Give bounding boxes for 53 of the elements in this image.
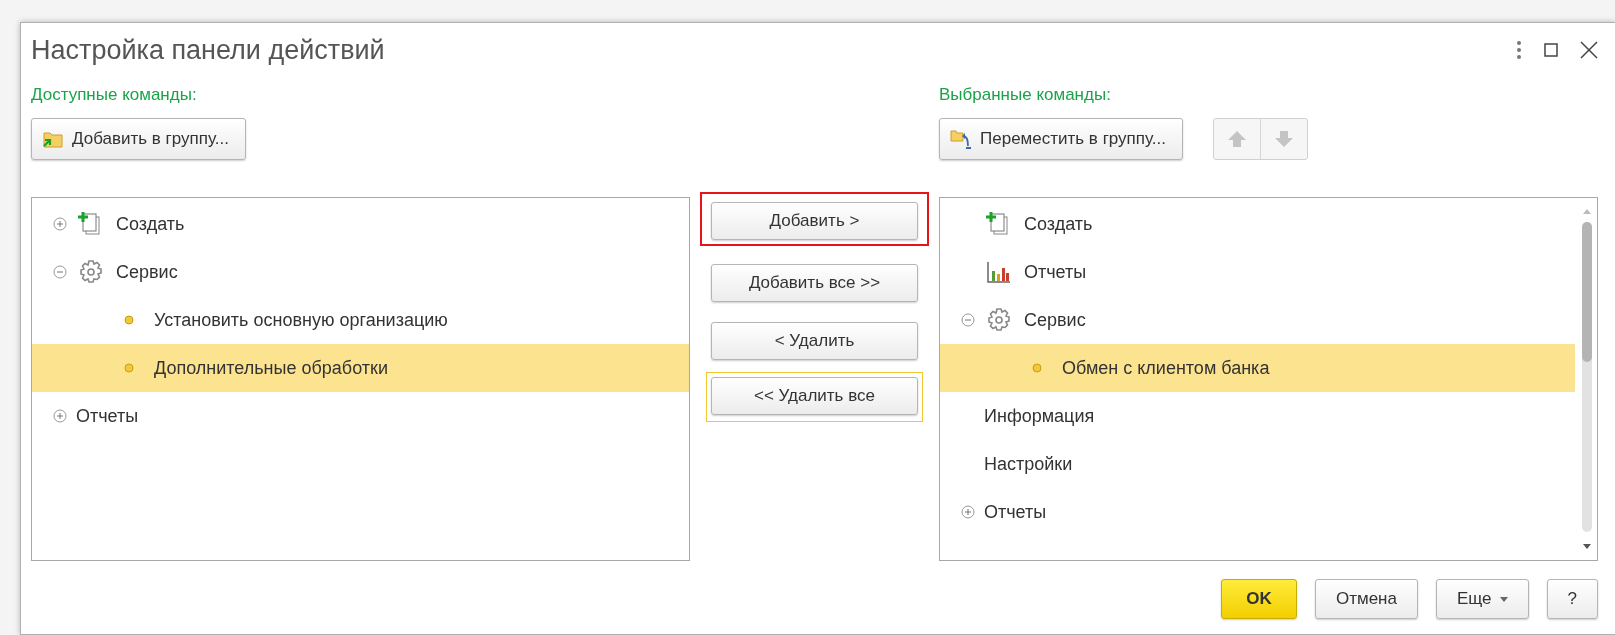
tree-item-label: Отчеты bbox=[1024, 261, 1087, 283]
ok-button[interactable]: OK bbox=[1220, 579, 1297, 619]
tree-row[interactable]: Отчеты bbox=[940, 248, 1575, 296]
transfer-button[interactable]: Добавить > bbox=[711, 202, 918, 240]
tree-row[interactable]: Настройки bbox=[940, 440, 1575, 488]
dialog-button[interactable]: Отмена bbox=[1314, 579, 1418, 619]
tree-row[interactable]: Дополнительные обработки bbox=[32, 344, 689, 392]
tree-row[interactable]: Отчеты bbox=[32, 392, 689, 440]
tree-item-label: Дополнительные обработки bbox=[154, 357, 388, 379]
bullet-icon bbox=[124, 363, 134, 373]
bar-chart-icon bbox=[986, 259, 1012, 285]
dialog-button[interactable]: ? bbox=[1546, 579, 1598, 619]
tree-item-label: Информация bbox=[984, 405, 1095, 427]
move-to-group-button[interactable]: Переместить в группу... bbox=[939, 118, 1183, 160]
tree-item-label: Сервис bbox=[1024, 309, 1086, 331]
gear-icon bbox=[78, 259, 104, 285]
tree-item-label: Обмен с клиентом банка bbox=[1062, 357, 1270, 379]
tree-item-label: Настройки bbox=[984, 453, 1073, 475]
transfer-button[interactable]: << Удалить все bbox=[711, 377, 918, 415]
more-menu-button[interactable]: Еще bbox=[1435, 579, 1529, 619]
tree-item-label: Отчеты bbox=[984, 501, 1047, 523]
maximize-icon[interactable] bbox=[1544, 43, 1558, 57]
caret-icon bbox=[1499, 596, 1508, 602]
tree-item-label: Установить основную организацию bbox=[154, 309, 448, 331]
tree-row[interactable]: Создать bbox=[32, 200, 689, 248]
tree-row[interactable]: Информация bbox=[940, 392, 1575, 440]
window-title: Настройка панели действий bbox=[31, 34, 386, 66]
add-to-group-button[interactable]: Добавить в группу... bbox=[31, 118, 246, 160]
expand-icon[interactable] bbox=[53, 409, 67, 423]
close-icon[interactable] bbox=[1580, 41, 1598, 59]
section-label: Доступные команды: bbox=[31, 85, 198, 106]
more-options-icon[interactable] bbox=[1516, 40, 1522, 60]
tree-item-label: Отчеты bbox=[76, 405, 139, 427]
tree-item-label: Сервис bbox=[116, 261, 178, 283]
tree-row[interactable]: Сервис bbox=[32, 248, 689, 296]
folder-icon bbox=[950, 128, 972, 150]
expand-icon[interactable] bbox=[53, 217, 67, 231]
tree-row[interactable]: Отчеты bbox=[940, 488, 1575, 536]
tree-item-label: Создать bbox=[116, 213, 185, 235]
expand-icon[interactable] bbox=[961, 505, 975, 519]
transfer-button[interactable]: Добавить все >> bbox=[711, 264, 918, 302]
tree-item-label: Создать bbox=[1024, 213, 1093, 235]
collapse-icon[interactable] bbox=[961, 313, 975, 327]
section-label: Выбранные команды: bbox=[939, 85, 1112, 106]
tree-row[interactable]: Установить основную организацию bbox=[32, 296, 689, 344]
bullet-icon bbox=[124, 315, 134, 325]
collapse-icon[interactable] bbox=[53, 265, 67, 279]
bullet-icon bbox=[1032, 363, 1042, 373]
tree-row[interactable]: Создать bbox=[940, 200, 1575, 248]
tree-row[interactable]: Сервис bbox=[940, 296, 1575, 344]
gear-icon bbox=[986, 307, 1012, 333]
tree-row[interactable]: Обмен с клиентом банка bbox=[940, 344, 1575, 392]
transfer-button[interactable]: < Удалить bbox=[711, 322, 918, 360]
